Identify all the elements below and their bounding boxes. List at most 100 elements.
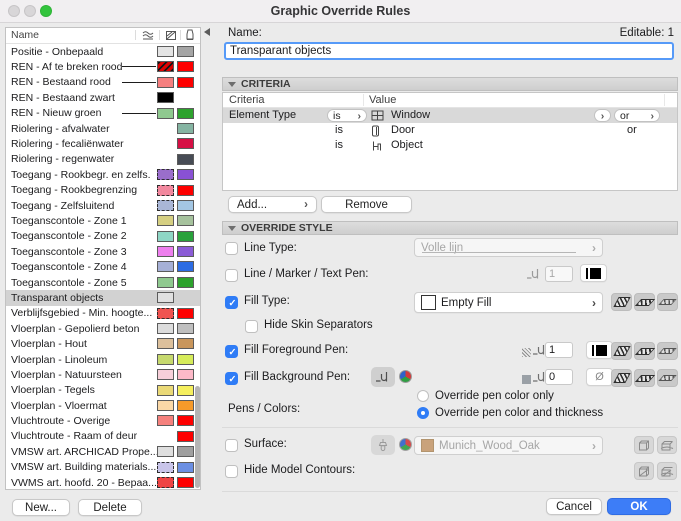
rule-list-item[interactable]: Toeganscontole - Zone 2 bbox=[6, 229, 200, 244]
contours-all-button[interactable] bbox=[634, 462, 654, 480]
surface-paint-button[interactable] bbox=[371, 435, 395, 455]
rule-list-item[interactable]: REN - Af te breken rood bbox=[6, 59, 200, 74]
rule-list-item[interactable]: Vloerplan - Natuursteen bbox=[6, 367, 200, 382]
remove-criteria-button[interactable]: Remove bbox=[321, 196, 412, 213]
hide-skin-separators-checkbox[interactable] bbox=[245, 320, 258, 333]
cut-fill-toggle-button[interactable] bbox=[611, 369, 632, 387]
cover-fill-toggle-button[interactable] bbox=[634, 369, 655, 387]
line-type-checkbox[interactable] bbox=[225, 242, 238, 255]
chevron-right-icon: › bbox=[600, 109, 605, 122]
rule-list-item[interactable]: REN - Nieuw groen bbox=[6, 106, 200, 121]
rule-list-item[interactable]: Vloerplan - Vloermat bbox=[6, 398, 200, 413]
rule-list-item[interactable]: Vloerplan - Hout bbox=[6, 336, 200, 351]
fill-type-value: Empty Fill bbox=[441, 296, 492, 309]
operator-value: is bbox=[333, 109, 341, 122]
pens-colors-radio-option[interactable]: Override pen color only bbox=[417, 388, 603, 403]
line-pen-number-input[interactable] bbox=[545, 266, 573, 282]
color-wheel-icon[interactable] bbox=[399, 438, 412, 451]
cut-fill-toggle-button[interactable] bbox=[611, 342, 632, 360]
rule-list-item[interactable]: Toegang - Zelfsluitend bbox=[6, 198, 200, 213]
drafting-fill-toggle-button[interactable] bbox=[657, 293, 678, 311]
fill-background-pen-checkbox[interactable] bbox=[225, 372, 238, 385]
rule-list-item[interactable]: Riolering - afvalwater bbox=[6, 121, 200, 136]
zoom-window-icon[interactable] bbox=[40, 5, 52, 17]
rule-list-item[interactable]: Vloerplan - Tegels bbox=[6, 383, 200, 398]
hide-model-contours-checkbox[interactable] bbox=[225, 465, 238, 478]
fill-background-swatch bbox=[177, 307, 194, 319]
rule-list-item[interactable]: Vluchtroute - Raam of deur bbox=[6, 429, 200, 444]
minimize-window-icon[interactable] bbox=[24, 5, 36, 17]
radio-button-icon[interactable] bbox=[417, 406, 429, 419]
rule-list-item[interactable]: Positie - Onbepaald bbox=[6, 44, 200, 59]
cover-fill-toggle-button[interactable] bbox=[634, 342, 655, 360]
cancel-button[interactable]: Cancel bbox=[546, 498, 602, 515]
rule-name-input[interactable] bbox=[224, 42, 674, 60]
cover-fill-toggle-button[interactable] bbox=[634, 293, 655, 311]
operator-dropdown[interactable]: is › bbox=[327, 109, 367, 122]
rule-list-item[interactable]: REN - Bestaand rood bbox=[6, 75, 200, 90]
pen-set-button[interactable] bbox=[371, 367, 395, 387]
criteria-row[interactable]: Element Type is › Window › or › bbox=[223, 108, 677, 123]
chevron-right-icon: › bbox=[357, 109, 362, 122]
fill-foreground-pen-color-button[interactable] bbox=[586, 341, 613, 359]
list-scrollbar-thumb[interactable] bbox=[195, 386, 200, 488]
rule-list-item[interactable]: Toeganscontole - Zone 3 bbox=[6, 244, 200, 259]
pens-colors-radio-option[interactable]: Override pen color and thickness bbox=[417, 405, 603, 420]
fill-background-pen-color-button[interactable]: Ø bbox=[586, 368, 613, 386]
rule-list-item[interactable]: Vloerplan - Gepolierd beton bbox=[6, 321, 200, 336]
rule-list-item[interactable]: Riolering - regenwater bbox=[6, 152, 200, 167]
surface-cut-button[interactable] bbox=[657, 436, 677, 454]
fill-type-dropdown[interactable]: Empty Fill › bbox=[414, 292, 603, 313]
rules-list[interactable]: Positie - Onbepaald REN - Af te breken ro… bbox=[6, 44, 200, 489]
cut-fill-toggle-button[interactable] bbox=[611, 293, 632, 311]
override-style-section-header[interactable]: OVERRIDE STYLE bbox=[222, 221, 678, 235]
rule-list-item[interactable]: Verblijfsgebied - Min. hoogte... bbox=[6, 306, 200, 321]
line-marker-text-pen-checkbox[interactable] bbox=[225, 269, 238, 282]
delete-rule-button[interactable]: Delete bbox=[78, 499, 142, 516]
surface-checkbox[interactable] bbox=[225, 439, 238, 452]
rule-list-item[interactable]: REN - Bestaand zwart bbox=[6, 90, 200, 105]
criteria-row[interactable]: is Door or bbox=[223, 123, 677, 138]
rule-name: REN - Bestaand zwart bbox=[11, 91, 115, 104]
fill-background-pen-number-input[interactable] bbox=[545, 369, 573, 385]
add-criteria-button[interactable]: Add... › bbox=[228, 196, 317, 213]
color-wheel-icon[interactable] bbox=[399, 370, 412, 383]
fill-foreground-pen-number-input[interactable] bbox=[545, 342, 573, 358]
surface-dropdown[interactable]: Munich_Wood_Oak › bbox=[414, 436, 603, 455]
radio-button-icon[interactable] bbox=[417, 389, 429, 402]
join-operator-dropdown[interactable]: or › bbox=[614, 109, 660, 122]
surface-all-button[interactable] bbox=[634, 436, 654, 454]
fill-type-checkbox[interactable] bbox=[225, 296, 238, 309]
line-type-dropdown[interactable]: Volle lijn › bbox=[414, 238, 603, 257]
new-rule-button[interactable]: New... bbox=[12, 499, 70, 516]
value-picker-button[interactable]: › bbox=[594, 109, 611, 122]
line-pen-color-button[interactable] bbox=[580, 264, 607, 282]
rule-name: Vluchtroute - Overige bbox=[11, 415, 111, 428]
fill-foreground-swatch bbox=[157, 399, 174, 411]
rule-list-item[interactable]: VMSW art. ARCHICAD Prope... bbox=[6, 444, 200, 459]
rule-name: Riolering - afvalwater bbox=[11, 122, 110, 135]
rule-list-item[interactable]: Vluchtroute - Overige bbox=[6, 413, 200, 428]
rule-list-item[interactable]: VMSW art. Building materials... bbox=[6, 460, 200, 475]
panel-collapse-arrow-icon[interactable] bbox=[204, 28, 210, 36]
fill-foreground-swatch bbox=[157, 76, 174, 88]
fill-foreground-pen-checkbox[interactable] bbox=[225, 345, 238, 358]
drafting-fill-toggle-button[interactable] bbox=[657, 342, 678, 360]
rule-list-item[interactable]: Toeganscontole - Zone 4 bbox=[6, 259, 200, 274]
disclosure-triangle-icon bbox=[228, 225, 236, 231]
rule-list-item[interactable]: Toegang - Rookbegr. en zelfs. bbox=[6, 167, 200, 182]
rule-list-item[interactable]: Vloerplan - Linoleum bbox=[6, 352, 200, 367]
criteria-row[interactable]: is Object bbox=[223, 138, 677, 153]
drafting-fill-toggle-button[interactable] bbox=[657, 369, 678, 387]
rule-list-item[interactable]: Toeganscontole - Zone 5 bbox=[6, 275, 200, 290]
rule-list-item[interactable]: Riolering - fecaliënwater bbox=[6, 136, 200, 151]
rule-list-item[interactable]: Transparant objects bbox=[6, 290, 200, 306]
rule-list-item[interactable]: VWMS art. hoofd. 20 - Bepaa... bbox=[6, 475, 200, 489]
criteria-section-header[interactable]: CRITERIA bbox=[222, 77, 678, 91]
rule-list-item[interactable]: Toegang - Rookbegrenzing bbox=[6, 183, 200, 198]
fill-background-swatch bbox=[177, 261, 194, 273]
ok-button[interactable]: OK bbox=[607, 498, 671, 515]
rule-list-item[interactable]: Toeganscontole - Zone 1 bbox=[6, 213, 200, 228]
contours-cut-button[interactable] bbox=[657, 462, 677, 480]
close-window-icon[interactable] bbox=[8, 5, 20, 17]
